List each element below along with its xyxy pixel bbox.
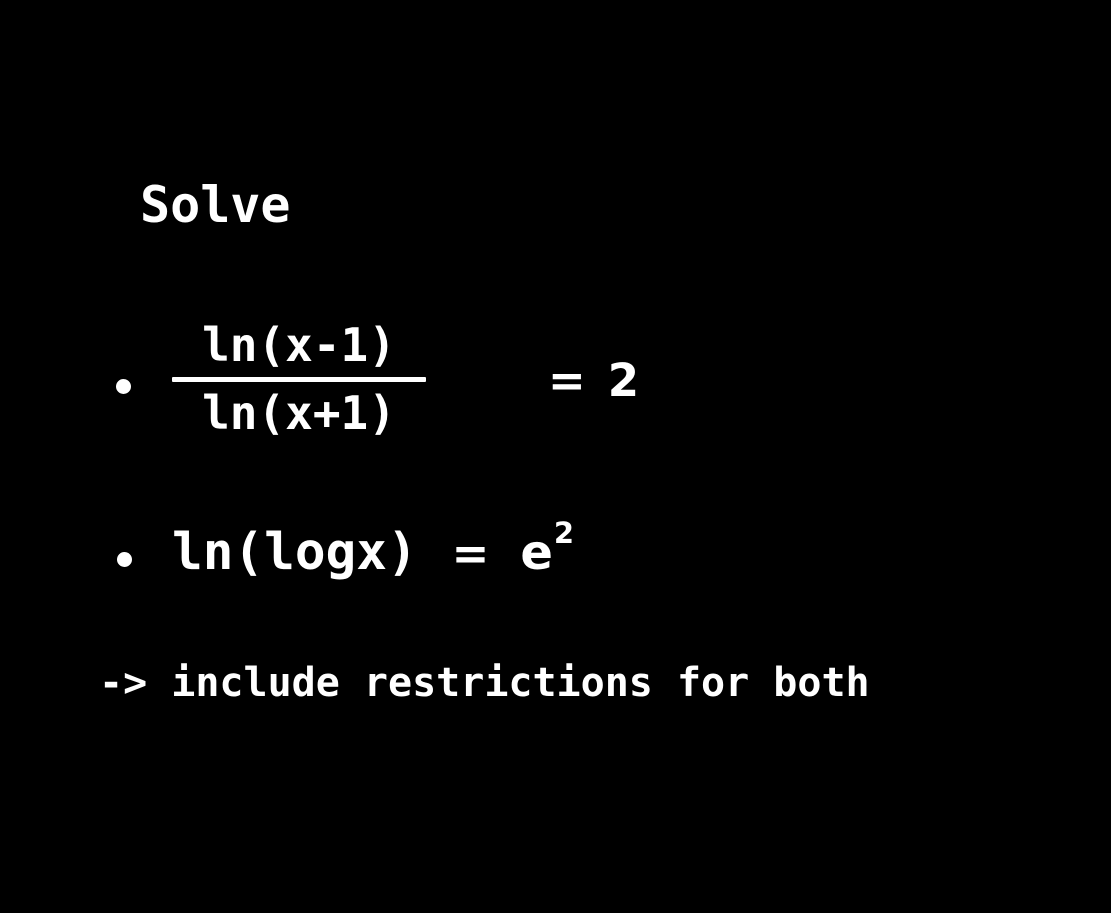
bullet-marker-2	[117, 552, 132, 567]
equation-2: ln(logx) = e 2	[172, 519, 574, 582]
fraction-expression: ln(x-1) ln(x+1)	[172, 317, 426, 440]
fraction-numerator: ln(x-1)	[202, 317, 396, 372]
page-title: Solve	[140, 176, 291, 234]
equation-1-value: 2	[607, 354, 640, 407]
equation-1: ln(x-1) ln(x+1) = 2	[172, 312, 639, 447]
slide-canvas: Solve ln(x-1) ln(x+1) = 2 ln(logx) = e 2 …	[0, 0, 1111, 913]
equation-1-right-side: = 2	[454, 313, 639, 448]
equals-operator-1: =	[548, 354, 586, 407]
bullet-marker-1	[116, 379, 131, 394]
equation-2-left-side: ln(logx)	[172, 523, 418, 582]
fraction-bar	[172, 376, 426, 382]
equals-operator-2: =	[451, 527, 490, 580]
euler-base: e	[520, 525, 553, 581]
instruction-note: -> include restrictions for both	[99, 660, 870, 706]
euler-exponent: 2	[553, 516, 575, 550]
fraction-denominator: ln(x+1)	[202, 385, 396, 440]
